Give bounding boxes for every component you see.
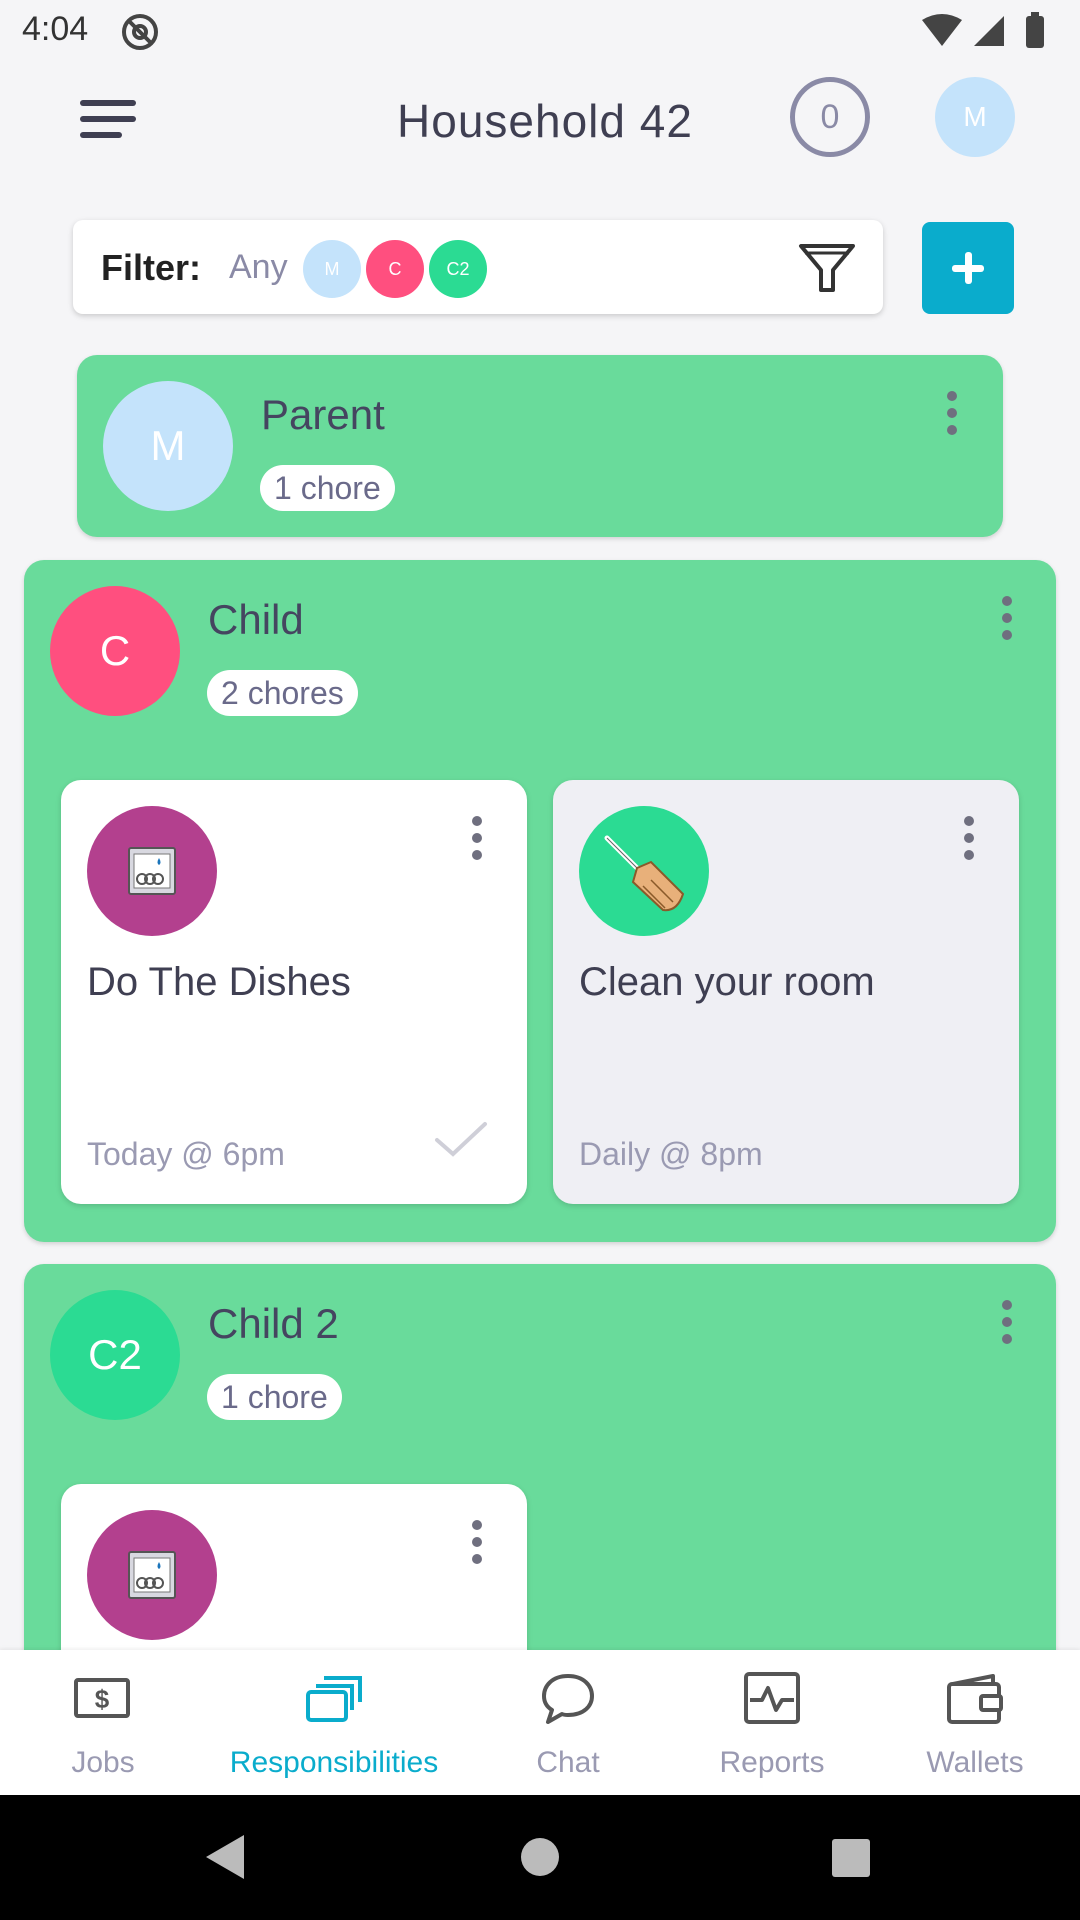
add-button[interactable] — [922, 222, 1014, 314]
dishwasher-icon — [87, 806, 217, 936]
nav-label: Reports — [719, 1746, 825, 1779]
nav-label: Chat — [536, 1746, 600, 1779]
member-card-child-2[interactable]: C2 Child 2 1 chore — [24, 1264, 1056, 1684]
wifi-icon — [922, 14, 962, 46]
chore-card[interactable]: Do The Dishes Today @ 6pm — [61, 780, 527, 1204]
avatar[interactable]: M — [935, 77, 1015, 157]
status-time: 4:04 — [22, 10, 89, 48]
dollar-bill-icon: $ — [74, 1678, 130, 1718]
more-options-icon[interactable] — [470, 1520, 484, 1564]
nav-item-chat[interactable]: Chat — [462, 1650, 674, 1795]
home-icon — [521, 1838, 559, 1876]
chore-card[interactable]: Clean your room Daily @ 8pm — [553, 780, 1019, 1204]
nav-item-jobs[interactable]: $ Jobs — [0, 1650, 206, 1795]
check-icon[interactable] — [433, 1120, 489, 1160]
nav-item-reports[interactable]: Reports — [674, 1650, 870, 1795]
filter-any-option[interactable]: Any — [229, 248, 288, 287]
member-card-parent[interactable]: M Parent 1 chore — [77, 355, 1003, 537]
funnel-icon[interactable] — [797, 240, 857, 296]
filter-bar: Filter: Any M C C2 — [73, 220, 883, 314]
nav-item-wallets[interactable]: Wallets — [870, 1650, 1080, 1795]
filter-chip-c2[interactable]: C2 — [429, 240, 487, 298]
more-options-icon[interactable] — [1000, 1300, 1014, 1344]
nav-label: Responsibilities — [229, 1746, 439, 1779]
filter-label: Filter: — [101, 247, 202, 288]
member-name: Child 2 — [208, 1300, 339, 1347]
chore-time: Today @ 6pm — [87, 1136, 285, 1172]
chore-count-badge: 1 chore — [207, 1374, 342, 1420]
signal-icon — [974, 16, 1004, 46]
nav-label: Jobs — [71, 1746, 135, 1779]
member-avatar: C2 — [50, 1290, 180, 1420]
pulse-chart-icon — [744, 1672, 800, 1724]
at-sign-icon — [122, 14, 158, 50]
more-options-icon[interactable] — [1000, 596, 1014, 640]
recents-icon — [832, 1839, 870, 1877]
member-avatar: C — [50, 586, 180, 716]
dishwasher-icon — [87, 1510, 217, 1640]
bottom-nav: $ Jobs Responsibilities Chat Reports Wal… — [0, 1650, 1080, 1795]
status-icons — [922, 12, 1044, 48]
back-icon — [206, 1835, 244, 1879]
chore-title: Clean your room — [579, 960, 875, 1004]
more-options-icon[interactable] — [470, 816, 484, 860]
system-nav — [0, 1795, 1080, 1920]
battery-icon — [1026, 16, 1044, 48]
menu-icon[interactable] — [78, 96, 140, 142]
page-title: Household 42 — [397, 95, 693, 147]
chore-title: Do The Dishes — [87, 960, 351, 1004]
more-options-icon[interactable] — [945, 391, 959, 435]
chore-count-badge: 1 chore — [260, 465, 395, 511]
nav-label: Wallets — [926, 1746, 1024, 1779]
chore-count-badge: 2 chores — [207, 670, 358, 716]
member-name: Parent — [261, 391, 385, 438]
nav-item-responsibilities[interactable]: Responsibilities — [206, 1650, 462, 1795]
status-bar: 4:04 — [0, 0, 1080, 62]
filter-chip-m[interactable]: M — [303, 240, 361, 298]
notification-counter[interactable]: 0 — [790, 77, 870, 157]
member-avatar: M — [103, 381, 233, 511]
member-name: Child — [208, 596, 304, 643]
filter-chip-c[interactable]: C — [366, 240, 424, 298]
chore-time: Daily @ 8pm — [579, 1136, 763, 1172]
wallet-icon — [947, 1674, 1003, 1724]
broom-icon — [579, 806, 709, 936]
more-options-icon[interactable] — [962, 816, 976, 860]
svg-text:$: $ — [95, 1684, 110, 1714]
cards-stack-icon — [306, 1676, 362, 1722]
chat-bubble-icon — [542, 1674, 594, 1724]
member-card-child[interactable]: C Child 2 chores Do The Dishes Today @ 6… — [24, 560, 1056, 1242]
